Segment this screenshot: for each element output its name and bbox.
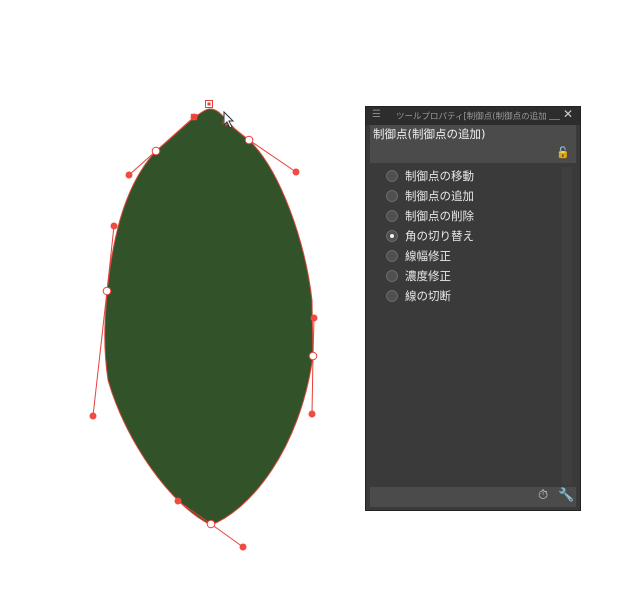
wrench-icon[interactable]: 🔧 xyxy=(558,488,574,503)
handle-line xyxy=(210,523,244,548)
reset-icon[interactable]: ⏱ xyxy=(538,488,548,503)
close-icon[interactable]: ✕ xyxy=(563,107,573,121)
anchor-point xyxy=(102,286,112,296)
handle-point xyxy=(89,412,97,420)
anchor-point xyxy=(151,146,161,156)
handle-point xyxy=(292,168,300,176)
handle-point xyxy=(110,222,118,230)
handle-point xyxy=(308,410,316,418)
sub-tool-header: 制御点(制御点の追加) 🔓 xyxy=(370,125,576,163)
option-label: 角の切り替え xyxy=(405,229,474,243)
handle-point xyxy=(239,543,247,551)
radio-button[interactable] xyxy=(386,190,398,202)
handle-point xyxy=(174,497,182,505)
sub-tool-name: 制御点(制御点の追加) xyxy=(373,127,486,141)
leaf-vector-path[interactable] xyxy=(104,108,314,526)
option-label: 制御点の削除 xyxy=(405,209,474,223)
radio-button[interactable] xyxy=(386,210,398,222)
panel-titlebar[interactable]: ☰ ツールプロパティ[制御点(制御点の追加)] ＿ ✕ xyxy=(366,107,580,125)
unlock-icon[interactable]: 🔓 xyxy=(556,146,570,159)
panel-footer: ⏱ 🔧 xyxy=(370,487,576,507)
radio-button-checked[interactable] xyxy=(386,230,398,242)
radio-button[interactable] xyxy=(386,270,398,282)
hamburger-icon[interactable]: ☰ xyxy=(372,109,381,120)
option-label: 濃度修正 xyxy=(405,269,451,283)
option-label: 線幅修正 xyxy=(405,249,451,263)
option-label: 制御点の追加 xyxy=(405,189,474,203)
anchor-point xyxy=(308,351,318,361)
selected-anchor-center xyxy=(207,102,211,106)
radio-button[interactable] xyxy=(386,290,398,302)
radio-button[interactable] xyxy=(386,250,398,262)
anchor-point xyxy=(206,519,216,529)
panel-title: ツールプロパティ[制御点(制御点の追加)] xyxy=(396,112,546,122)
anchor-point xyxy=(244,135,254,145)
panel-scrollbar[interactable] xyxy=(562,167,572,485)
radio-button[interactable] xyxy=(386,170,398,182)
handle-line xyxy=(312,317,315,357)
option-label: 線の切断 xyxy=(405,289,451,303)
handle-point xyxy=(310,314,318,322)
handle-point xyxy=(125,171,133,179)
minimize-icon[interactable]: ＿ xyxy=(549,106,560,122)
tool-property-panel: ☰ ツールプロパティ[制御点(制御点の追加)] ＿ ✕ 制御点(制御点の追加) … xyxy=(365,106,581,511)
option-label: 制御点の移動 xyxy=(405,169,474,183)
